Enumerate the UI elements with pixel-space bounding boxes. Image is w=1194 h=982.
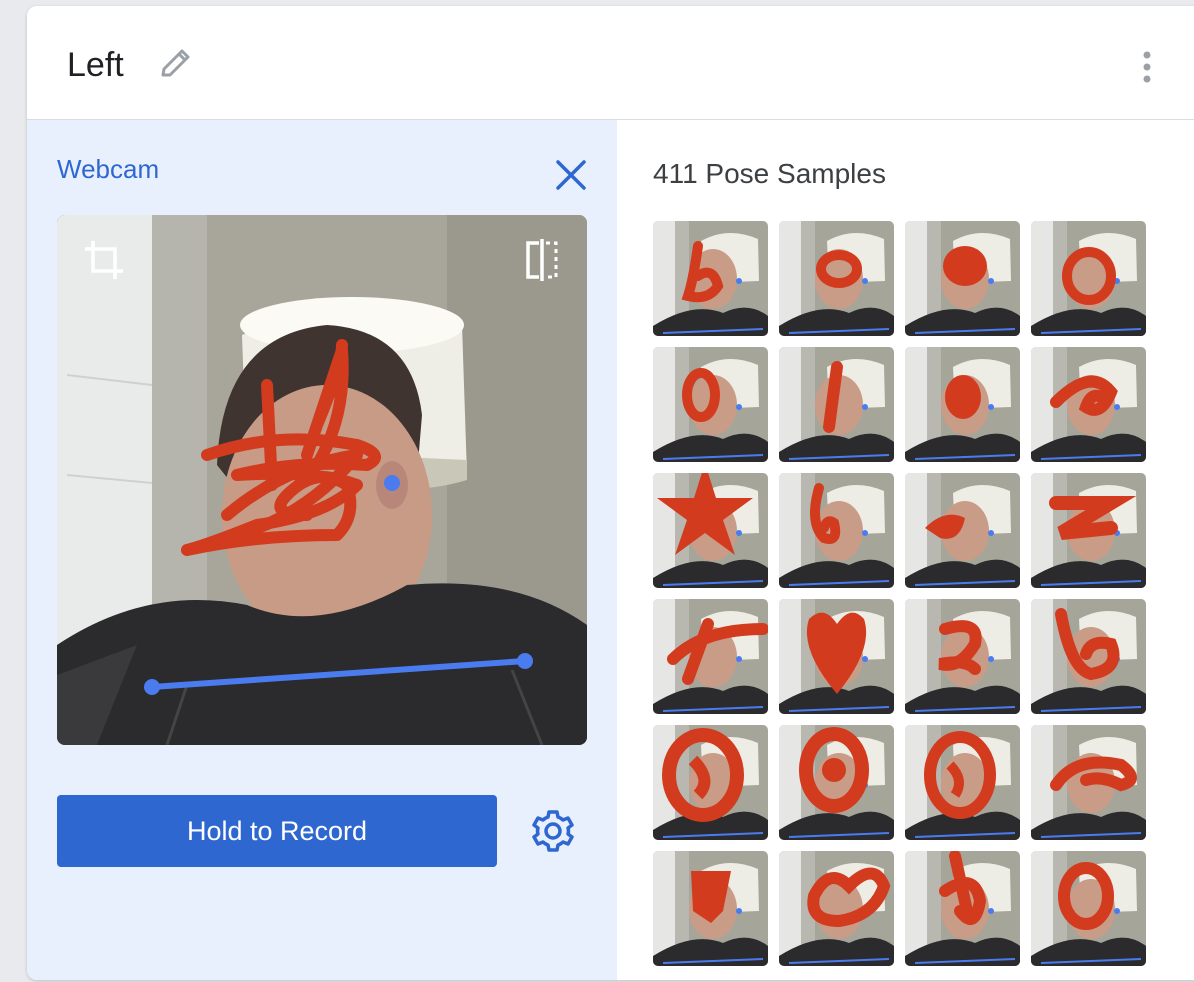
pose-sample-thumbnail[interactable] [653, 851, 768, 966]
pose-sample-thumbnail[interactable] [1031, 599, 1146, 714]
pose-sample-thumbnail[interactable] [779, 599, 894, 714]
pose-sample-thumbnail[interactable] [653, 221, 768, 336]
webcam-frame [57, 215, 587, 745]
pose-sample-thumbnail[interactable] [653, 473, 768, 588]
pose-sample-thumbnail[interactable] [905, 599, 1020, 714]
webcam-preview [57, 215, 587, 745]
pose-sample-thumbnail[interactable] [905, 221, 1020, 336]
pose-sample-thumbnail[interactable] [1031, 851, 1146, 966]
pose-sample-thumbnail[interactable] [653, 347, 768, 462]
class-card: Left Webcam Hold to Record 411 Pose Samp… [27, 6, 1194, 980]
pose-sample-thumbnail[interactable] [653, 599, 768, 714]
gear-icon[interactable] [530, 808, 576, 854]
card-header: Left [27, 6, 1194, 120]
pose-sample-thumbnail[interactable] [1031, 221, 1146, 336]
webcam-label: Webcam [57, 154, 160, 184]
sample-grid [653, 221, 1153, 966]
pose-sample-thumbnail[interactable] [779, 725, 894, 840]
pose-sample-thumbnail[interactable] [905, 473, 1020, 588]
webcam-panel: Webcam Hold to Record [27, 120, 617, 980]
samples-panel: 411 Pose Samples [617, 120, 1194, 980]
hold-to-record-button[interactable]: Hold to Record [57, 795, 497, 867]
pose-sample-thumbnail[interactable] [779, 851, 894, 966]
pose-sample-thumbnail[interactable] [779, 221, 894, 336]
pose-sample-thumbnail[interactable] [653, 725, 768, 840]
pose-sample-thumbnail[interactable] [905, 347, 1020, 462]
class-title[interactable]: Left [67, 46, 124, 85]
pose-sample-thumbnail[interactable] [1031, 725, 1146, 840]
flip-icon[interactable] [521, 237, 563, 283]
pose-sample-thumbnail[interactable] [905, 851, 1020, 966]
pose-sample-thumbnail[interactable] [1031, 347, 1146, 462]
more-vertical-icon[interactable] [1137, 48, 1157, 88]
crop-icon[interactable] [81, 237, 127, 283]
pose-sample-thumbnail[interactable] [1031, 473, 1146, 588]
pose-sample-thumbnail[interactable] [779, 347, 894, 462]
close-icon[interactable] [552, 156, 590, 194]
pose-sample-thumbnail[interactable] [779, 473, 894, 588]
samples-title: 411 Pose Samples [653, 158, 886, 189]
pose-sample-thumbnail[interactable] [905, 725, 1020, 840]
pencil-icon[interactable] [155, 44, 195, 84]
